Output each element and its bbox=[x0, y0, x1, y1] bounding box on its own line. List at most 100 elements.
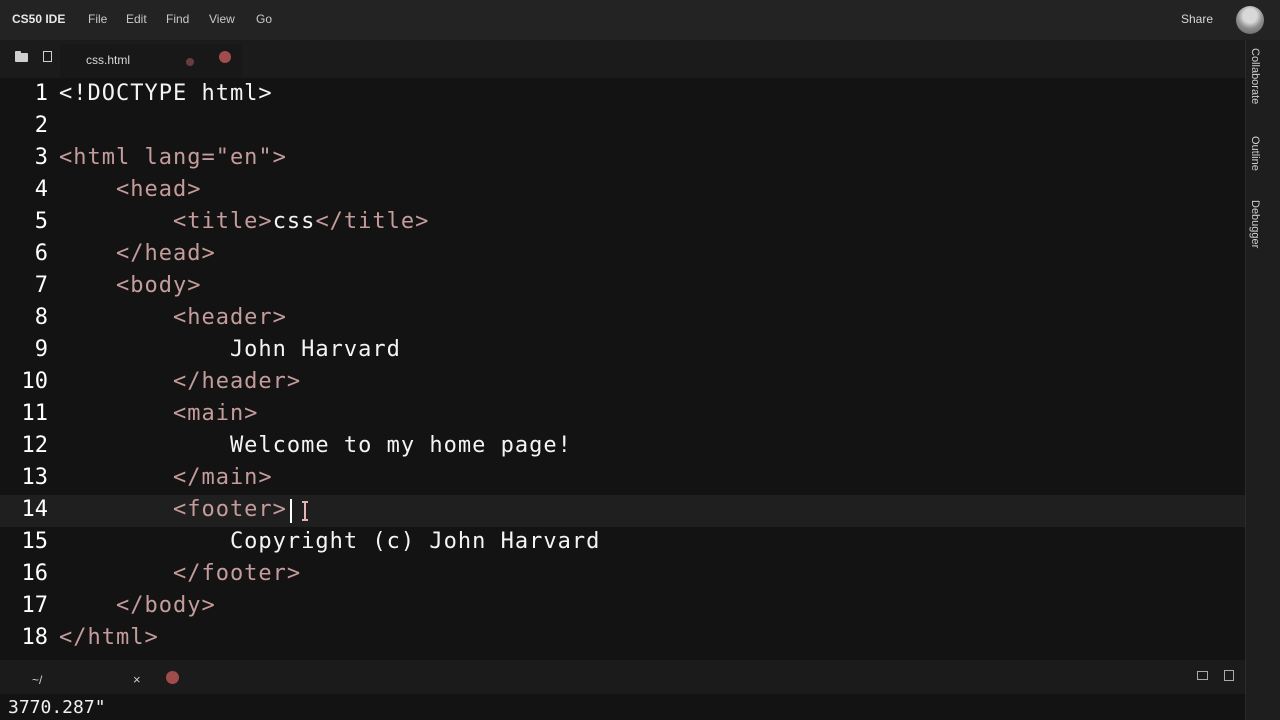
html-tag-token: <footer> bbox=[59, 497, 287, 522]
code-line[interactable]: 11 <main> bbox=[0, 399, 1245, 431]
code-line[interactable]: 10 </header> bbox=[0, 367, 1245, 399]
tab-label: css.html bbox=[86, 53, 131, 67]
ibeam-cursor-icon bbox=[302, 501, 308, 521]
code-editor[interactable]: 1 <!DOCTYPE html> 2 3 <html lang="en"> 4 <hea… bbox=[0, 78, 1245, 660]
menu-bar: CS50 IDE File Edit Find View Go Share bbox=[0, 0, 1280, 40]
line-number: 17 bbox=[21, 593, 49, 618]
code-text: Welcome to my home page! bbox=[59, 433, 572, 458]
line-number: 10 bbox=[21, 369, 49, 394]
html-tag-token: </title> bbox=[315, 209, 430, 234]
terminal-panel[interactable] bbox=[0, 694, 1245, 720]
code-text: <!DOCTYPE html> bbox=[59, 81, 273, 106]
line-number: 4 bbox=[34, 177, 48, 202]
html-tag-token: </body> bbox=[59, 593, 216, 618]
tab-outline[interactable]: Outline bbox=[1249, 136, 1261, 171]
html-tag-token: </html> bbox=[59, 625, 159, 650]
html-tag-token: <head> bbox=[59, 177, 202, 202]
menu-go[interactable]: Go bbox=[256, 12, 272, 26]
app-brand[interactable]: CS50 IDE bbox=[12, 12, 65, 26]
html-tag-token: <main> bbox=[59, 401, 259, 426]
text-token: John Harvard bbox=[59, 337, 401, 362]
code-line[interactable]: 15 Copyright (c) John Harvard bbox=[0, 527, 1245, 559]
code-text: <header> bbox=[59, 305, 287, 330]
line-number: 1 bbox=[34, 81, 48, 106]
code-line[interactable]: 2 bbox=[0, 111, 1245, 143]
html-tag-token: </header> bbox=[59, 369, 302, 394]
menu-find[interactable]: Find bbox=[166, 12, 189, 26]
code-line[interactable]: 5 <title>css</title> bbox=[0, 207, 1245, 239]
html-tag-token: <title> bbox=[59, 209, 273, 234]
code-line[interactable]: 12 Welcome to my home page! bbox=[0, 431, 1245, 463]
add-tab-icon[interactable] bbox=[219, 51, 231, 63]
new-file-icon[interactable] bbox=[43, 51, 52, 62]
menu-view[interactable]: View bbox=[209, 12, 235, 26]
text-token: Copyright (c) John Harvard bbox=[59, 529, 601, 554]
code-line[interactable]: 8 <header> bbox=[0, 303, 1245, 335]
line-number: 14 bbox=[21, 497, 49, 522]
code-text: Copyright (c) John Harvard bbox=[59, 529, 600, 554]
code-line[interactable]: 16 </footer> bbox=[0, 559, 1245, 591]
line-number: 16 bbox=[21, 561, 49, 586]
code-line[interactable]: 14 <footer> bbox=[0, 495, 1245, 527]
code-text: <html lang="en"> bbox=[59, 145, 287, 170]
line-number: 2 bbox=[34, 113, 48, 138]
line-number: 18 bbox=[21, 625, 49, 650]
text-token: css bbox=[272, 209, 316, 234]
maximize-icon[interactable] bbox=[1224, 670, 1234, 681]
restore-icon[interactable] bbox=[1197, 671, 1208, 680]
code-line[interactable]: 3 <html lang="en"> bbox=[0, 143, 1245, 175]
code-text: John Harvard bbox=[59, 337, 401, 362]
line-number: 5 bbox=[34, 209, 48, 234]
terminal-output: 3770.287" bbox=[8, 697, 106, 718]
html-tag-token: <html lang="en"> bbox=[59, 145, 287, 170]
code-text: <main> bbox=[59, 401, 258, 426]
tab-debugger[interactable]: Debugger bbox=[1249, 200, 1261, 248]
code-text: <title>css</title> bbox=[59, 209, 429, 234]
code-text: </head> bbox=[59, 241, 216, 266]
html-tag-token: </main> bbox=[59, 465, 273, 490]
code-text: <head> bbox=[59, 177, 201, 202]
html-tag-token: <header> bbox=[59, 305, 287, 330]
html-tag-token: <body> bbox=[59, 273, 202, 298]
line-number: 7 bbox=[34, 273, 48, 298]
code-text: </body> bbox=[59, 593, 216, 618]
menu-edit[interactable]: Edit bbox=[126, 12, 147, 26]
line-number: 8 bbox=[34, 305, 48, 330]
tab-collaborate[interactable]: Collaborate bbox=[1249, 48, 1261, 104]
folder-icon[interactable] bbox=[15, 51, 28, 62]
code-text: <footer> bbox=[59, 497, 287, 522]
terminal-tab-bar bbox=[0, 660, 1245, 694]
tab-css-html[interactable]: css.html bbox=[60, 44, 242, 78]
line-number: 6 bbox=[34, 241, 48, 266]
code-text: </main> bbox=[59, 465, 273, 490]
close-icon[interactable]: × bbox=[133, 672, 141, 687]
menu-file[interactable]: File bbox=[88, 12, 107, 26]
share-button[interactable]: Share bbox=[1181, 12, 1213, 26]
terminal-tab-label[interactable]: ~/ bbox=[32, 673, 42, 687]
code-text: </header> bbox=[59, 369, 301, 394]
line-number: 9 bbox=[34, 337, 48, 362]
code-line[interactable]: 9 John Harvard bbox=[0, 335, 1245, 367]
text-token: Welcome to my home page! bbox=[59, 433, 572, 458]
line-number: 3 bbox=[34, 145, 48, 170]
code-line[interactable]: 13 </main> bbox=[0, 463, 1245, 495]
code-line[interactable]: 18 </html> bbox=[0, 623, 1245, 655]
line-number: 12 bbox=[21, 433, 49, 458]
text-caret bbox=[290, 499, 292, 523]
code-line[interactable]: 4 <head> bbox=[0, 175, 1245, 207]
line-number: 11 bbox=[21, 401, 49, 426]
avatar[interactable] bbox=[1236, 6, 1264, 34]
code-line[interactable]: 17 </body> bbox=[0, 591, 1245, 623]
html-tag-token: </footer> bbox=[59, 561, 302, 586]
unsaved-dot-icon[interactable] bbox=[186, 58, 194, 66]
code-line[interactable]: 6 </head> bbox=[0, 239, 1245, 271]
html-tag-token: </head> bbox=[59, 241, 216, 266]
code-text: <body> bbox=[59, 273, 201, 298]
code-line[interactable]: 1 <!DOCTYPE html> bbox=[0, 79, 1245, 111]
line-number: 13 bbox=[21, 465, 49, 490]
code-text: </html> bbox=[59, 625, 159, 650]
text-token: <!DOCTYPE html> bbox=[59, 81, 273, 106]
line-number: 15 bbox=[21, 529, 49, 554]
add-terminal-icon[interactable] bbox=[166, 671, 179, 684]
code-line[interactable]: 7 <body> bbox=[0, 271, 1245, 303]
